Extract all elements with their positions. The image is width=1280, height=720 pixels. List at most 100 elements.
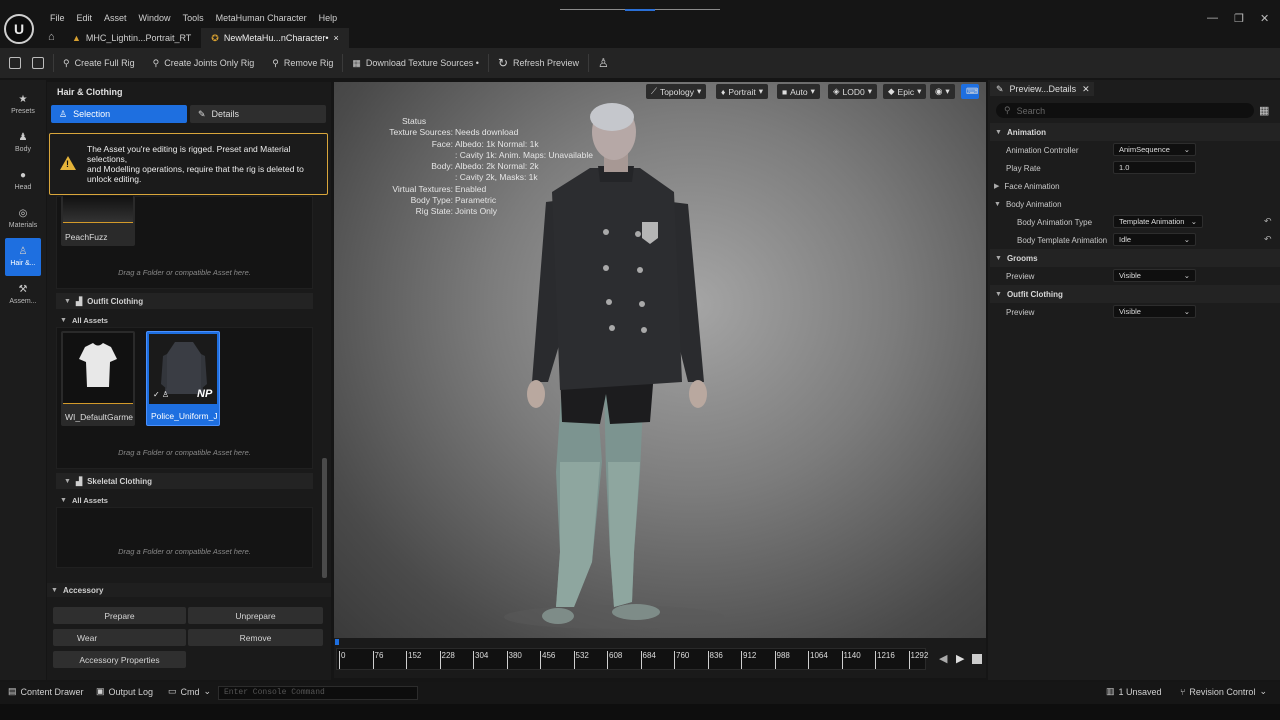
- menu-metahuman-character[interactable]: MetaHuman Character: [210, 12, 313, 24]
- nav-presets[interactable]: ★ Presets: [0, 86, 46, 124]
- unreal-logo-icon[interactable]: U: [4, 14, 34, 44]
- timeline-start-marker: [335, 639, 339, 645]
- keyboard-toggle[interactable]: ⌨: [961, 84, 979, 99]
- revision-control-button[interactable]: ⑂ Revision Control ⌄: [1180, 686, 1267, 697]
- portrait-dropdown[interactable]: ♦ Portrait ▾: [716, 84, 769, 99]
- nav-assembly[interactable]: ⚒ Assem...: [0, 276, 46, 314]
- tab-close-icon[interactable]: ×: [334, 33, 339, 43]
- menu-asset[interactable]: Asset: [98, 12, 133, 24]
- content-drawer-button[interactable]: ▤ Content Drawer: [8, 686, 84, 697]
- police-uniform-thumbnail[interactable]: ✓ ♙ NP Police_Uniform_J...: [146, 331, 220, 426]
- home-icon[interactable]: ⌂: [48, 31, 55, 43]
- browse-button[interactable]: [30, 48, 53, 78]
- quality-label: Epic: [897, 86, 915, 97]
- download-texture-sources-button[interactable]: ▦ Download Texture Sources •: [343, 48, 488, 78]
- accessory-properties-button[interactable]: Accessory Properties: [53, 651, 186, 668]
- log-icon: ▣: [96, 686, 105, 696]
- remove-rig-button[interactable]: ⚲ Remove Rig: [263, 48, 342, 78]
- cmd-label: Cmd: [180, 686, 200, 697]
- all-assets-label: All Assets: [71, 496, 108, 505]
- selection-tab[interactable]: ♙ Selection: [51, 105, 187, 123]
- peachfuzz-thumbnail[interactable]: PeachFuzz: [61, 196, 135, 246]
- close-window-icon[interactable]: ✕: [1260, 12, 1269, 25]
- nav-head[interactable]: ● Head: [0, 162, 46, 200]
- user-button[interactable]: ♙: [589, 48, 618, 78]
- property-body-animation[interactable]: ▼ Body Animation: [990, 195, 1280, 213]
- nav-label: Materials: [8, 222, 38, 229]
- details-search-input[interactable]: ⚲ Search: [996, 103, 1254, 118]
- close-icon[interactable]: ✕: [1082, 84, 1096, 95]
- restore-icon[interactable]: ❐: [1234, 12, 1244, 25]
- property-face-animation[interactable]: ▶ Face Animation: [990, 177, 1280, 195]
- outfit-preview-dropdown[interactable]: Visible ⌄: [1113, 305, 1196, 318]
- reset-to-default-icon[interactable]: ↶: [1264, 234, 1272, 245]
- category-outfit-clothing[interactable]: ▼ Outfit Clothing: [990, 285, 1280, 303]
- output-log-button[interactable]: ▣ Output Log: [96, 686, 153, 697]
- details-tab[interactable]: ✎ Details: [190, 105, 326, 123]
- accessory-header[interactable]: ▼ Accessory: [47, 583, 331, 597]
- status-value: Parametric: [455, 195, 497, 206]
- reset-to-default-icon[interactable]: ↶: [1264, 216, 1272, 227]
- preview-details-tab[interactable]: ✎ Preview...Details ✕: [990, 82, 1094, 96]
- refresh-preview-label: Refresh Preview: [513, 58, 580, 68]
- body-template-animation-dropdown[interactable]: Idle ⌄: [1113, 233, 1196, 246]
- menu-edit[interactable]: Edit: [71, 12, 99, 24]
- menu-window[interactable]: Window: [133, 12, 177, 24]
- camera-dropdown[interactable]: ■ Auto ▾: [777, 84, 820, 99]
- menu-file[interactable]: File: [44, 12, 71, 24]
- tab-lighting-portrait[interactable]: ▲ MHC_Lightin...Portrait_RT: [62, 28, 201, 48]
- all-assets-header[interactable]: ▼ All Assets: [60, 496, 108, 505]
- metahuman-asset-icon: ✪: [211, 32, 219, 43]
- topology-dropdown[interactable]: ⟋ Topology ▾: [646, 84, 707, 99]
- console-command-input[interactable]: Enter Console Command: [218, 686, 418, 700]
- skeletal-clothing-header[interactable]: ▼ ▟ Skeletal Clothing: [56, 473, 313, 489]
- status-key: Rig State:: [415, 206, 453, 217]
- animation-controller-dropdown[interactable]: AnimSequence ⌄: [1113, 143, 1196, 156]
- refresh-preview-button[interactable]: ↻ Refresh Preview: [489, 48, 588, 78]
- user-icon: ♙: [598, 56, 609, 70]
- grid-view-icon[interactable]: ▦: [1259, 104, 1269, 117]
- chevron-down-icon: ⌄: [1190, 217, 1197, 226]
- input-value: 1.0: [1119, 163, 1130, 172]
- view-options-dropdown[interactable]: ◉ ▾: [930, 84, 955, 99]
- timeline-track[interactable]: 0 76 152 228 304 380 456 532 608 684 760 836 912 988 1…: [336, 648, 928, 670]
- nav-hair-clothing[interactable]: ♙ Hair &...: [5, 238, 41, 276]
- lod-dropdown[interactable]: ◈ LOD0 ▾: [828, 84, 878, 99]
- step-back-icon[interactable]: ◀: [939, 652, 947, 665]
- category-animation[interactable]: ▼ Animation: [990, 123, 1280, 141]
- nav-label: Body: [15, 146, 31, 153]
- rigged-warning: ! The Asset you're editing is rigged. Pr…: [49, 133, 328, 195]
- camera-label: Auto: [790, 86, 808, 97]
- tab-metahuman-character[interactable]: ✪ NewMetaHu...nCharacter• ×: [201, 28, 349, 48]
- unsaved-button[interactable]: ▥ 1 Unsaved: [1106, 686, 1162, 697]
- minimize-icon[interactable]: —: [1207, 12, 1218, 24]
- outfit-clothing-header[interactable]: ▼ ▟ Outfit Clothing: [56, 293, 313, 309]
- dropdown-value: AnimSequence: [1119, 145, 1170, 154]
- remove-rig-label: Remove Rig: [283, 58, 334, 68]
- grooms-preview-dropdown[interactable]: Visible ⌄: [1113, 269, 1196, 282]
- panel-scrollbar[interactable]: [322, 458, 327, 578]
- status-value: : Cavity 2k, Masks: 1k: [455, 172, 538, 183]
- menu-help[interactable]: Help: [313, 12, 344, 24]
- unprepare-button[interactable]: Unprepare: [188, 607, 323, 624]
- body-animation-type-dropdown[interactable]: Template Animation ⌄: [1113, 215, 1203, 228]
- create-joints-only-rig-button[interactable]: ⚲ Create Joints Only Rig: [144, 48, 264, 78]
- remove-button[interactable]: Remove: [188, 629, 323, 646]
- nav-materials[interactable]: ◎ Materials: [0, 200, 46, 238]
- nav-body[interactable]: ♟ Body: [0, 124, 46, 162]
- prepare-button[interactable]: Prepare: [53, 607, 186, 624]
- all-assets-header[interactable]: ▼ All Assets: [60, 316, 108, 325]
- play-icon[interactable]: ▶: [956, 652, 964, 665]
- play-rate-input[interactable]: 1.0: [1113, 161, 1196, 174]
- timeline-tick: 152: [405, 651, 422, 669]
- default-garment-thumbnail[interactable]: WI_DefaultGarment: [61, 331, 135, 426]
- quality-dropdown[interactable]: ◆ Epic ▾: [883, 84, 927, 99]
- stop-icon[interactable]: [972, 654, 982, 664]
- create-full-rig-button[interactable]: ⚲ Create Full Rig: [54, 48, 144, 78]
- category-grooms[interactable]: ▼ Grooms: [990, 249, 1280, 267]
- save-button[interactable]: [0, 48, 30, 78]
- cmd-dropdown[interactable]: ▭ Cmd ⌄: [168, 686, 211, 697]
- property-label: Animation Controller: [1006, 145, 1079, 155]
- menu-tools[interactable]: Tools: [177, 12, 210, 24]
- wear-button[interactable]: Wear: [53, 629, 186, 646]
